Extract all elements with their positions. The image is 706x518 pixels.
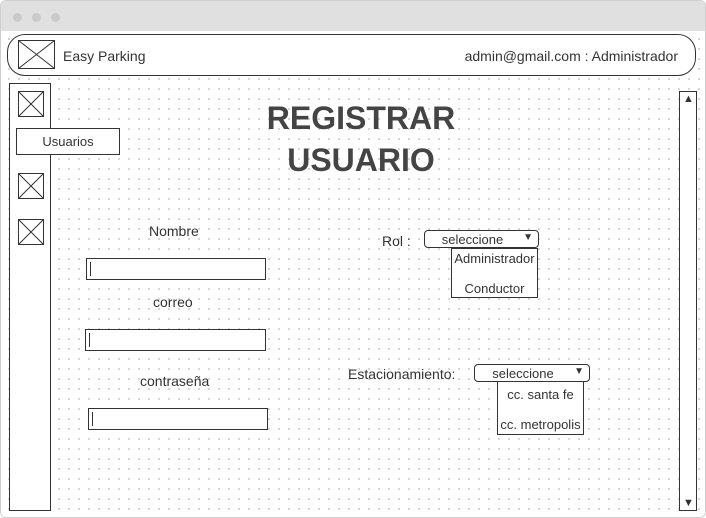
rol-option[interactable]: Conductor <box>452 281 537 296</box>
image-placeholder-icon[interactable] <box>18 173 44 199</box>
estacionamiento-select-value: seleccione <box>492 366 554 381</box>
page-title: REGISTRAR USUARIO <box>211 97 511 181</box>
estacionamiento-options-list: cc. santa fe cc. metropolis <box>497 381 584 435</box>
contrasena-input[interactable] <box>88 408 268 430</box>
estacionamiento-option[interactable]: cc. metropolis <box>498 417 583 432</box>
image-placeholder-icon[interactable] <box>18 91 44 117</box>
estacionamiento-select[interactable]: seleccione ▼ <box>474 364 590 382</box>
rol-label: Rol : <box>382 233 411 249</box>
text-caret <box>92 412 93 426</box>
window-dot[interactable] <box>32 13 41 22</box>
estacionamiento-option[interactable]: cc. santa fe <box>498 387 583 402</box>
correo-label: correo <box>153 294 193 310</box>
rol-select[interactable]: seleccione ▼ <box>424 230 539 248</box>
image-placeholder-icon[interactable] <box>18 219 44 245</box>
sidebar-item-usuarios[interactable]: Usuarios <box>16 128 120 155</box>
chevron-down-icon: ▼ <box>523 232 533 243</box>
rol-option[interactable]: Administrador <box>452 251 537 266</box>
window-dot[interactable] <box>13 13 22 22</box>
user-info: admin@gmail.com : Administrador <box>464 48 678 64</box>
window-titlebar <box>1 1 705 31</box>
logo-icon[interactable] <box>18 40 55 69</box>
text-caret <box>89 333 90 347</box>
vertical-scrollbar[interactable]: ▲ ▼ <box>679 91 697 511</box>
page-title-line: USUARIO <box>287 142 435 178</box>
scroll-down-icon[interactable]: ▼ <box>683 497 694 509</box>
browser-window: Easy Parking admin@gmail.com : Administr… <box>0 0 706 518</box>
chevron-down-icon: ▼ <box>574 366 584 377</box>
nombre-input[interactable] <box>86 258 266 280</box>
correo-input[interactable] <box>85 329 266 351</box>
nombre-label: Nombre <box>149 223 199 239</box>
contrasena-label: contraseña <box>140 373 210 389</box>
rol-select-value: seleccione <box>441 232 504 247</box>
text-caret <box>90 262 91 276</box>
estacionamiento-label: Estacionamiento: <box>348 366 456 382</box>
header-bar: Easy Parking admin@gmail.com : Administr… <box>7 34 696 76</box>
page-title-line: REGISTRAR <box>266 100 456 136</box>
rol-options-list: Administrador Conductor <box>451 248 538 298</box>
window-dot[interactable] <box>51 13 60 22</box>
scroll-up-icon[interactable]: ▲ <box>683 93 694 105</box>
app-title: Easy Parking <box>63 48 146 64</box>
